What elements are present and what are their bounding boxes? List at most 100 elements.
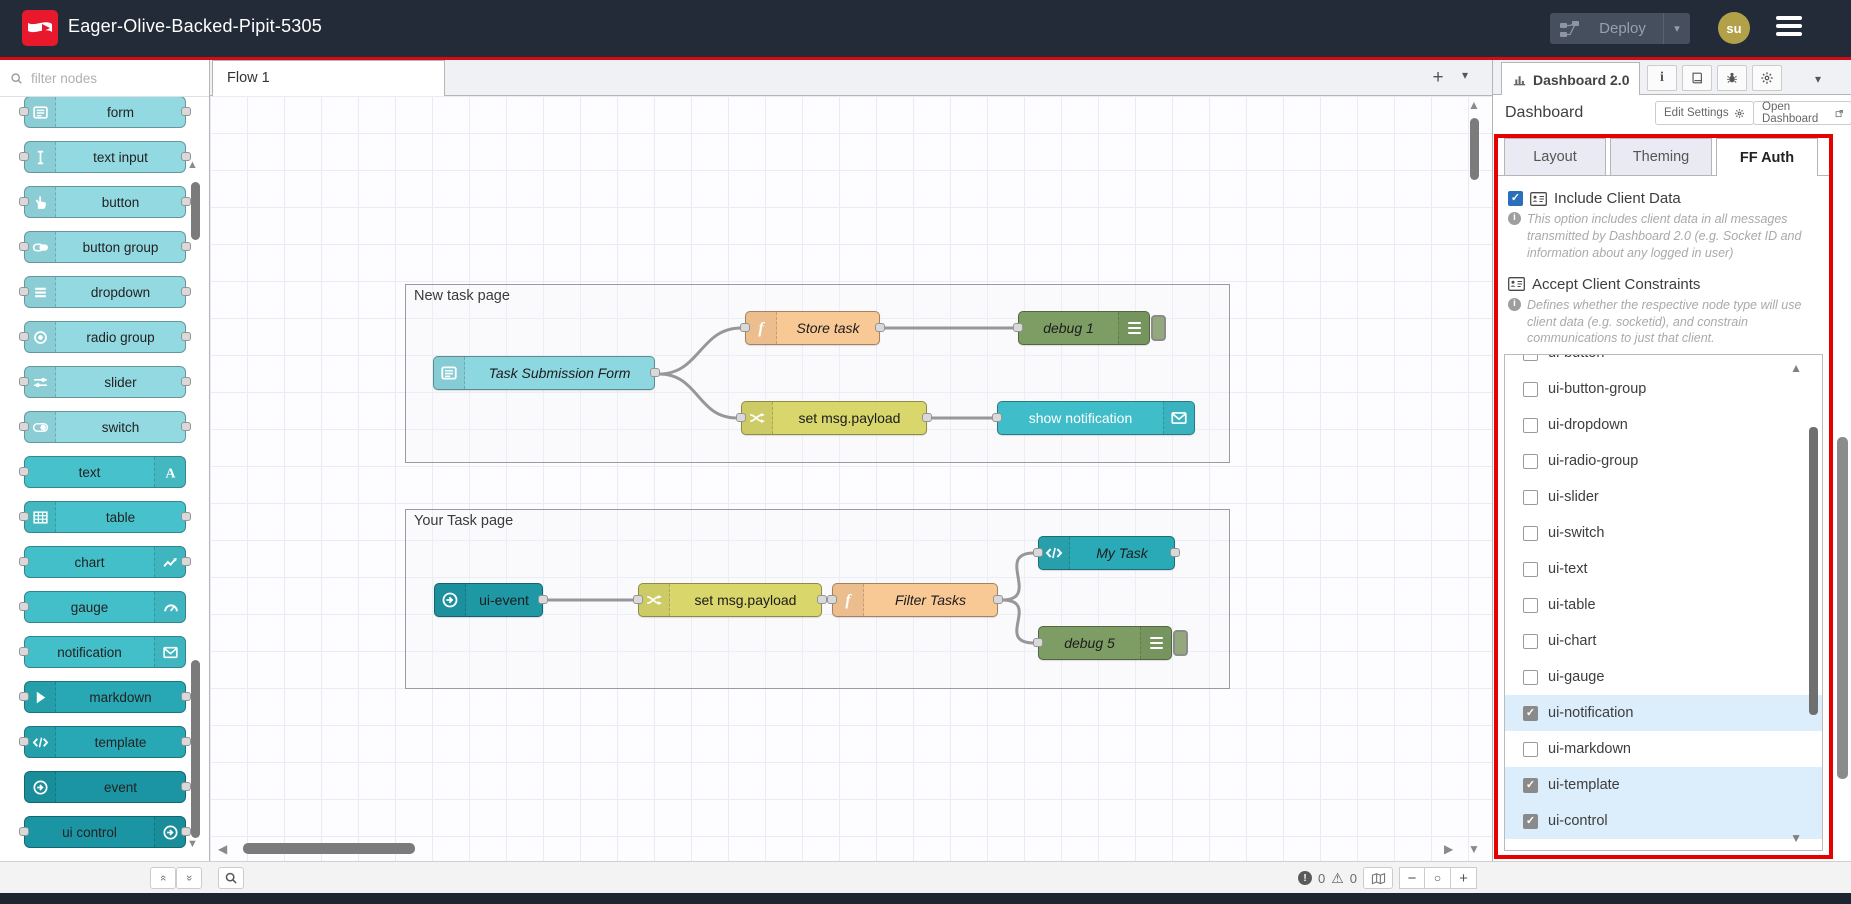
wire[interactable] [659, 328, 741, 374]
debug-tab-button[interactable] [1717, 65, 1747, 91]
node-type-checkbox[interactable] [1523, 742, 1538, 757]
canvas-scroll-up-icon[interactable]: ▲ [1468, 98, 1480, 112]
output-port[interactable] [993, 595, 1003, 604]
node-type-checkbox[interactable] [1523, 598, 1538, 613]
canvas-vscrollbar-thumb[interactable] [1470, 118, 1479, 180]
wire[interactable] [659, 374, 737, 418]
input-port[interactable] [19, 557, 29, 566]
flow-node-my-task[interactable]: My Task [1038, 536, 1175, 570]
palette-node-dropdown[interactable]: dropdown [24, 276, 186, 308]
navigator-button[interactable] [1363, 867, 1393, 889]
output-port[interactable] [181, 512, 191, 521]
input-port[interactable] [1013, 323, 1023, 332]
node-type-row-ui-dropdown[interactable]: ui-dropdown [1505, 407, 1822, 443]
node-type-row-ui-control[interactable]: ✓ui-control [1505, 803, 1822, 839]
node-type-row-ui-table[interactable]: ui-table [1505, 587, 1822, 623]
deploy-caret-icon[interactable]: ▾ [1664, 22, 1690, 35]
input-port[interactable] [19, 242, 29, 251]
flow-node-task-submission-form[interactable]: Task Submission Form [433, 356, 655, 390]
input-port[interactable] [19, 467, 29, 476]
palette-node-text-input[interactable]: text input [24, 141, 186, 173]
output-port[interactable] [181, 692, 191, 701]
node-type-row-ui-gauge[interactable]: ui-gauge [1505, 659, 1822, 695]
error-icon[interactable]: ! [1298, 871, 1312, 885]
output-port[interactable] [181, 782, 191, 791]
node-type-checkbox[interactable] [1523, 634, 1538, 649]
output-port[interactable] [181, 377, 191, 386]
palette-filter-input[interactable] [29, 70, 183, 87]
node-type-checkbox[interactable]: ✓ [1523, 814, 1538, 829]
list-scrollbar-thumb[interactable] [1809, 427, 1818, 715]
input-port[interactable] [992, 413, 1002, 422]
output-port[interactable] [875, 323, 885, 332]
warning-icon[interactable]: ⚠ [1331, 870, 1344, 887]
canvas-scroll-right-icon[interactable]: ▶ [1444, 842, 1453, 856]
node-type-checkbox[interactable]: ✓ [1523, 706, 1538, 721]
list-scroll-down-icon[interactable]: ▼ [1790, 831, 1802, 845]
input-port[interactable] [19, 512, 29, 521]
input-port[interactable] [827, 595, 837, 604]
palette-node-table[interactable]: table [24, 501, 186, 533]
wire[interactable] [1002, 553, 1034, 600]
node-type-row-ui-template[interactable]: ✓ui-template [1505, 767, 1822, 803]
input-port[interactable] [19, 197, 29, 206]
input-port[interactable] [19, 827, 29, 836]
input-port[interactable] [633, 595, 643, 604]
palette-collapse-up-button[interactable]: « [150, 867, 176, 889]
edit-settings-button[interactable]: Edit Settings [1655, 101, 1754, 125]
palette-search[interactable] [0, 60, 209, 97]
input-port[interactable] [19, 332, 29, 341]
node-type-row-ui-notification[interactable]: ✓ui-notification [1505, 695, 1822, 731]
output-port[interactable] [1170, 548, 1180, 557]
output-port[interactable] [181, 287, 191, 296]
output-port[interactable] [181, 332, 191, 341]
palette-node-gauge[interactable]: gauge [24, 591, 186, 623]
node-type-row-ui-button-group[interactable]: ui-button-group [1505, 371, 1822, 407]
palette-scrollbar-thumb-top[interactable] [191, 182, 200, 240]
output-port[interactable] [817, 595, 827, 604]
sidebar-caret-icon[interactable]: ▾ [1815, 72, 1821, 86]
output-port[interactable] [181, 737, 191, 746]
input-port[interactable] [19, 377, 29, 386]
output-port[interactable] [538, 595, 548, 604]
input-port[interactable] [736, 413, 746, 422]
node-type-row-ui-radio-group[interactable]: ui-radio-group [1505, 443, 1822, 479]
input-port[interactable] [19, 647, 29, 656]
include-client-data-checkbox[interactable]: ✓ [1508, 191, 1523, 206]
input-port[interactable] [19, 602, 29, 611]
flow-node-filter-tasks[interactable]: fFilter Tasks [832, 583, 998, 617]
palette-node-button-group[interactable]: button group [24, 231, 186, 263]
palette-node-radio-group[interactable]: radio group [24, 321, 186, 353]
flow-node-store-task[interactable]: fStore task [745, 311, 880, 345]
canvas-search-button[interactable] [218, 867, 244, 889]
input-port[interactable] [740, 323, 750, 332]
node-type-list[interactable]: ui-buttonui-button-groupui-dropdownui-ra… [1504, 354, 1823, 851]
zoom-in-button[interactable]: + [1451, 867, 1477, 889]
flow-node-ui-event[interactable]: ui-event [434, 583, 543, 617]
input-port[interactable] [19, 692, 29, 701]
output-port[interactable] [181, 197, 191, 206]
wire[interactable] [1002, 600, 1034, 643]
output-port[interactable] [922, 413, 932, 422]
canvas-hscrollbar-thumb[interactable] [243, 843, 415, 854]
flow-node-show-notification[interactable]: show notification [997, 401, 1195, 435]
input-port[interactable] [19, 152, 29, 161]
help-tab-button[interactable] [1682, 65, 1712, 91]
input-port[interactable] [19, 737, 29, 746]
flow-node-set-msg-payload[interactable]: set msg.payload [741, 401, 927, 435]
node-type-checkbox[interactable] [1523, 418, 1538, 433]
output-port[interactable] [181, 422, 191, 431]
panel-tab-layout[interactable]: Layout [1504, 138, 1606, 175]
flow-canvas[interactable]: New task pageYour Task pageTask Submissi… [210, 96, 1492, 861]
node-type-checkbox[interactable] [1523, 354, 1538, 361]
list-scroll-up-icon[interactable]: ▲ [1790, 361, 1802, 375]
flow-node-set-msg-payload[interactable]: set msg.payload [638, 583, 822, 617]
node-type-checkbox[interactable] [1523, 382, 1538, 397]
info-tab-button[interactable]: i [1647, 65, 1677, 91]
node-type-row-ui-slider[interactable]: ui-slider [1505, 479, 1822, 515]
palette-node-ui-control[interactable]: ui control [24, 816, 186, 848]
palette-scroll-up-icon[interactable]: ▲ [187, 160, 198, 171]
output-port[interactable] [181, 827, 191, 836]
flow-node-debug-5[interactable]: debug 5 [1038, 626, 1172, 660]
config-tab-button[interactable] [1752, 65, 1782, 91]
